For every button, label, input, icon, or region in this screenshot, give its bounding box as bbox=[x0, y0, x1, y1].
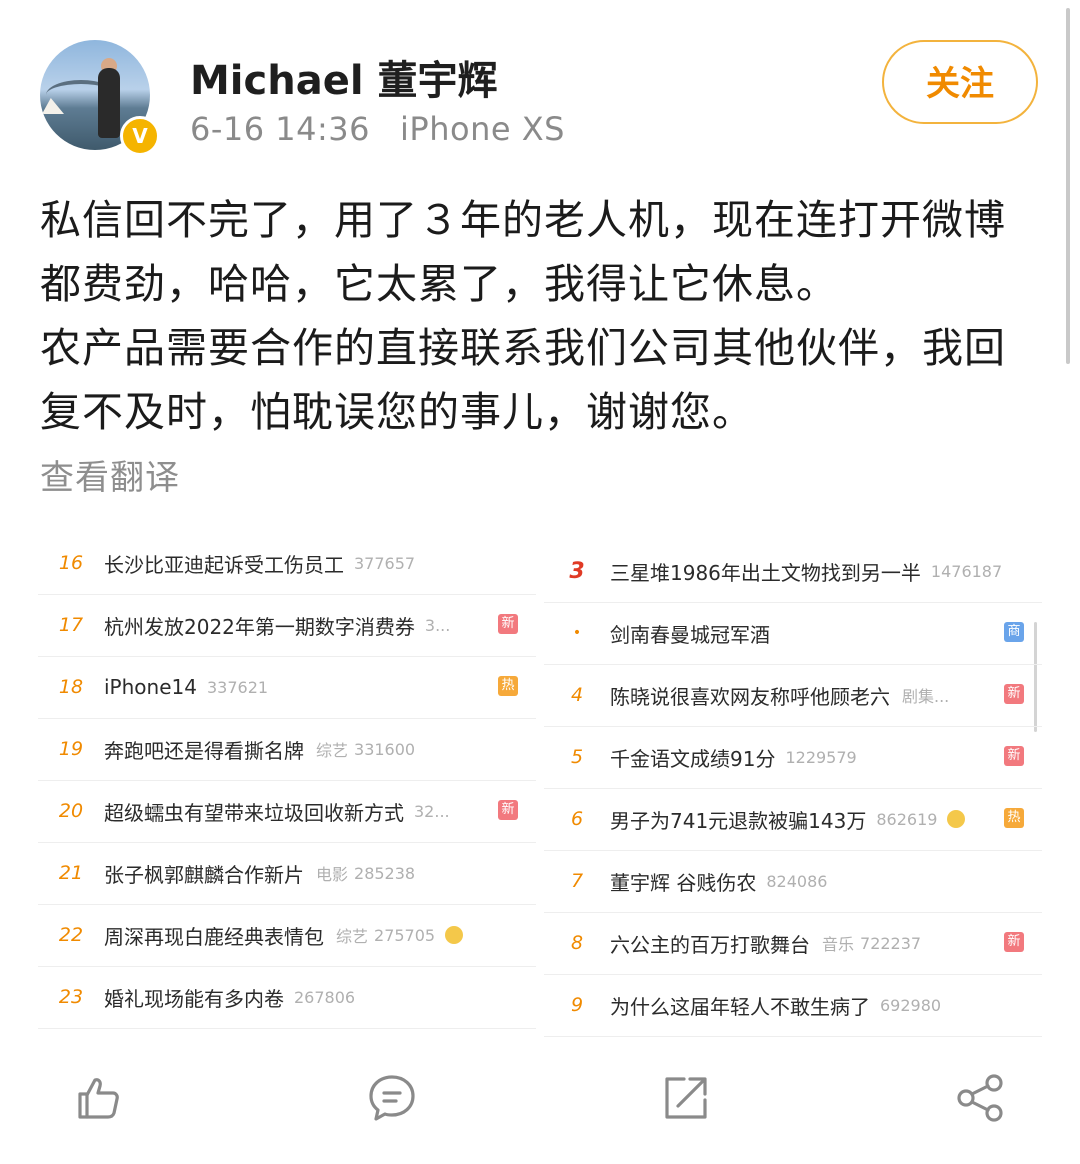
hot-search-title: 超级蠕虫有望带来垃圾回收新方式 bbox=[104, 800, 404, 825]
hot-search-row[interactable]: 19 奔跑吧还是得看撕名牌 综艺 331600 bbox=[38, 718, 536, 781]
comment-icon[interactable] bbox=[366, 1072, 418, 1124]
hot-search-row[interactable]: 9 为什么这届年轻人不敢生病了 692980 bbox=[544, 974, 1042, 1037]
hot-search-rank: 18 bbox=[58, 676, 84, 698]
hot-search-heat: 337621 bbox=[206, 677, 269, 697]
hot-search-title: 婚礼现场能有多内卷 bbox=[104, 986, 284, 1011]
hot-search-list-right: 3 三星堆1986年出土文物找到另一半 1476187 • 剑南春曼城冠军酒 商 4 陈晓说很… bbox=[544, 540, 1042, 1037]
hot-search-heat: 32... bbox=[414, 801, 450, 821]
hot-search-badge-biz: 商 bbox=[1004, 622, 1024, 642]
hot-search-heat: 1229579 bbox=[785, 747, 857, 767]
hot-search-row[interactable]: 5 千金语文成绩91分 1229579 新 bbox=[544, 726, 1042, 789]
hot-search-title: iPhone14 bbox=[104, 675, 197, 699]
hot-search-rank: 20 bbox=[58, 800, 84, 822]
hot-search-badge-hot: 热 bbox=[1004, 808, 1024, 828]
hot-search-title: 周深再现白鹿经典表情包 bbox=[104, 924, 324, 949]
hot-search-rank: 7 bbox=[570, 870, 584, 892]
hot-search-heat: 862619 bbox=[876, 809, 938, 829]
hot-search-row[interactable]: 3 三星堆1986年出土文物找到另一半 1476187 bbox=[544, 540, 1042, 603]
hot-search-heat: 1476187 bbox=[930, 561, 1003, 581]
hot-search-badge-new: 新 bbox=[1004, 746, 1024, 766]
hot-search-rank: 5 bbox=[570, 746, 584, 768]
post-meta: 6-16 14:36 iPhone XS bbox=[190, 110, 565, 148]
hot-search-rank: 16 bbox=[58, 552, 84, 574]
hot-search-rank: 19 bbox=[58, 738, 84, 760]
hot-search-rank: 21 bbox=[58, 862, 84, 884]
post-device: iPhone XS bbox=[400, 110, 565, 148]
post-paragraph-1: 私信回不完了，用了３年的老人机，现在连打开微博都费劲，哈哈，它太累了，我得让它休… bbox=[40, 196, 1006, 308]
hot-search-category: 音乐 bbox=[822, 935, 855, 954]
share-icon[interactable] bbox=[954, 1072, 1006, 1124]
hot-search-row[interactable]: 7 董宇辉 谷贱伤农 824086 bbox=[544, 850, 1042, 913]
hot-search-rank: 9 bbox=[570, 994, 584, 1016]
hot-search-heat: 692980 bbox=[880, 995, 942, 1015]
hot-search-badge-new: 新 bbox=[498, 614, 518, 634]
hot-search-row[interactable]: 8 六公主的百万打歌舞台 音乐 722237 新 bbox=[544, 912, 1042, 975]
hot-search-rank: 17 bbox=[58, 614, 84, 636]
hot-search-heat: 285238 bbox=[354, 863, 416, 883]
hot-search-title: 奔跑吧还是得看撕名牌 bbox=[104, 738, 304, 763]
hot-search-rank: 6 bbox=[570, 808, 584, 830]
hot-search-title: 男子为741元退款被骗143万 bbox=[610, 808, 867, 833]
hot-search-category: 电影 bbox=[316, 865, 349, 884]
hot-search-row[interactable]: 23 婚礼现场能有多内卷 267806 bbox=[38, 966, 536, 1029]
hot-search-heat: 824086 bbox=[766, 871, 828, 891]
hot-search-row[interactable]: • 剑南春曼城冠军酒 商 bbox=[544, 602, 1042, 665]
hot-search-title: 六公主的百万打歌舞台 bbox=[610, 932, 810, 957]
hot-search-heat: 331600 bbox=[354, 739, 416, 759]
repost-icon[interactable] bbox=[660, 1072, 712, 1124]
post-paragraph-2: 农产品需要合作的直接联系我们公司其他伙伴，我回复不及时，怕耽误您的事儿，谢谢您。 bbox=[40, 324, 1006, 436]
hot-search-heat: 3... bbox=[424, 615, 451, 635]
hot-search-rank: 23 bbox=[58, 986, 84, 1008]
post-date: 6-16 14:36 bbox=[190, 110, 371, 148]
hot-search-title: 剑南春曼城冠军酒 bbox=[610, 622, 770, 647]
hot-search-row[interactable]: 21 张子枫郭麒麟合作新片 电影 285238 bbox=[38, 842, 536, 905]
view-translation-link[interactable]: 查看翻译 bbox=[40, 450, 180, 499]
hot-search-title: 长沙比亚迪起诉受工伤员工 bbox=[104, 552, 344, 577]
emoji-icon bbox=[445, 926, 464, 944]
hot-search-badge-new: 新 bbox=[1004, 932, 1024, 952]
hot-search-rank: 4 bbox=[570, 684, 584, 706]
hot-search-row[interactable]: 17 杭州发放2022年第一期数字消费券 3... 新 bbox=[38, 594, 536, 657]
hot-search-category: 综艺 bbox=[336, 927, 369, 946]
hot-search-title: 董宇辉 谷贱伤农 bbox=[610, 870, 757, 895]
avatar-person-body bbox=[98, 68, 120, 138]
promoted-dot-icon: • bbox=[572, 625, 582, 641]
hot-search-heat: 722237 bbox=[860, 933, 922, 953]
hot-search-badge-new: 新 bbox=[498, 800, 518, 820]
hot-search-heat: 267806 bbox=[294, 987, 356, 1007]
hot-search-row[interactable]: 4 陈晓说很喜欢网友称呼他顾老六 剧集... 新 bbox=[544, 664, 1042, 727]
hot-search-title: 杭州发放2022年第一期数字消费券 bbox=[104, 614, 415, 639]
hot-search-row[interactable]: 16 长沙比亚迪起诉受工伤员工 377657 bbox=[38, 532, 536, 595]
hot-search-badge-hot: 热 bbox=[498, 676, 518, 696]
hot-search-title: 为什么这届年轻人不敢生病了 bbox=[610, 994, 870, 1019]
hot-search-row[interactable]: 22 周深再现白鹿经典表情包 综艺 275705 bbox=[38, 904, 536, 967]
username[interactable]: Michael 董宇辉 bbox=[190, 48, 497, 106]
hot-search-rank: 3 bbox=[569, 558, 585, 584]
verified-badge-icon: V bbox=[120, 116, 160, 156]
like-icon[interactable] bbox=[72, 1072, 124, 1124]
post-text: 私信回不完了，用了３年的老人机，现在连打开微博都费劲，哈哈，它太累了，我得让它休… bbox=[40, 188, 1040, 444]
hot-search-title: 陈晓说很喜欢网友称呼他顾老六 bbox=[610, 684, 890, 709]
hot-search-title: 千金语文成绩91分 bbox=[610, 746, 776, 771]
hot-search-badge-new: 新 bbox=[1004, 684, 1024, 704]
hot-search-row[interactable]: 20 超级蠕虫有望带来垃圾回收新方式 32... 新 bbox=[38, 780, 536, 843]
emoji-icon bbox=[947, 810, 966, 828]
hot-search-title: 张子枫郭麒麟合作新片 bbox=[104, 862, 304, 887]
hot-search-list-left: 16 长沙比亚迪起诉受工伤员工 377657 17 杭州发放2022年第一期数字消费券 3… bbox=[38, 532, 536, 1029]
hot-search-title: 三星堆1986年出土文物找到另一半 bbox=[610, 560, 921, 585]
hot-search-heat: 275705 bbox=[374, 925, 436, 945]
follow-button[interactable]: 关注 bbox=[882, 40, 1038, 124]
hot-search-rank: 8 bbox=[570, 932, 584, 954]
hot-search-row[interactable]: 6 男子为741元退款被骗143万 862619 热 bbox=[544, 788, 1042, 851]
hot-search-heat: 377657 bbox=[354, 553, 416, 573]
hot-search-category: 剧集... bbox=[902, 687, 950, 706]
hot-search-row[interactable]: 18 iPhone14 337621 热 bbox=[38, 656, 536, 719]
page-scrollbar[interactable] bbox=[1066, 8, 1070, 364]
hot-search-category: 综艺 bbox=[316, 741, 349, 760]
hot-search-rank: 22 bbox=[58, 924, 84, 946]
